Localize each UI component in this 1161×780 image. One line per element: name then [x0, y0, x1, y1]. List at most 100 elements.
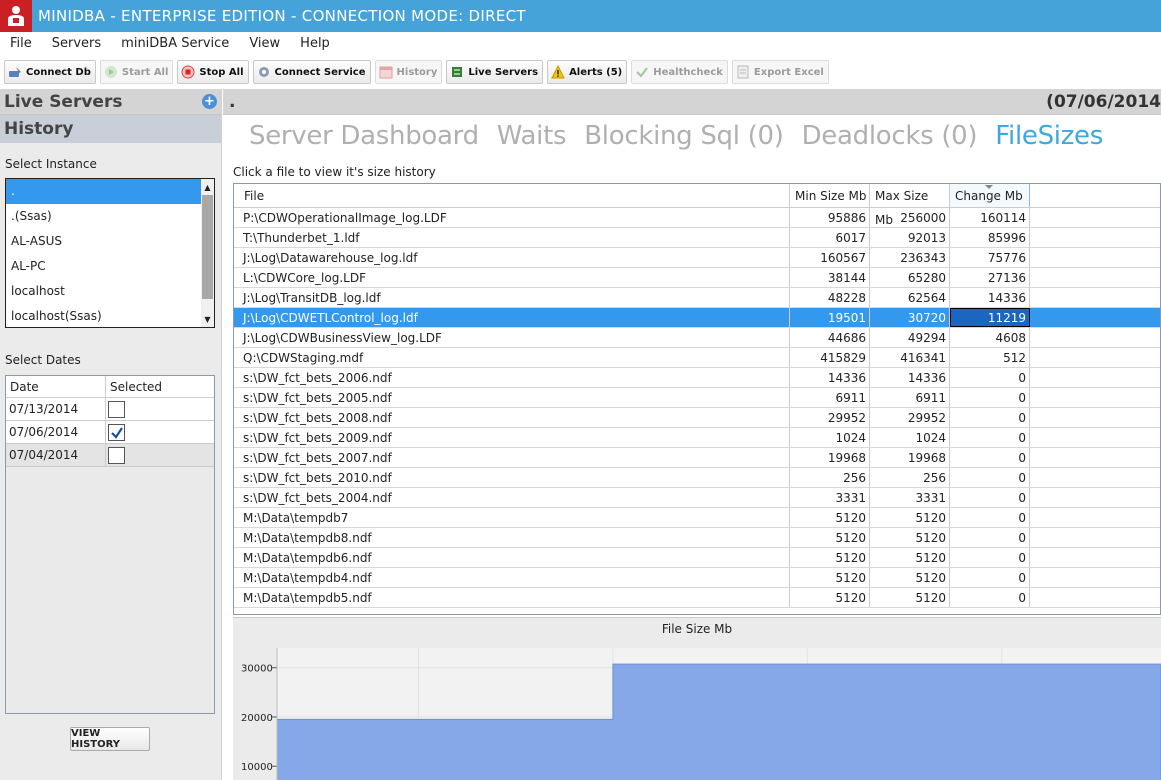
- live-servers-header[interactable]: Live Servers +: [0, 89, 221, 115]
- chart-title: File Size Mb: [661, 622, 733, 636]
- table-row[interactable]: M:\Data\tempdb4.ndf 5120 5120 0: [234, 568, 1160, 588]
- date-checkbox[interactable]: [108, 447, 125, 464]
- file-cell: s:\DW_fct_bets_2005.ndf: [234, 388, 790, 407]
- scroll-thumb[interactable]: [202, 195, 213, 299]
- instance-item[interactable]: localhost(Ssas): [6, 304, 201, 327]
- add-server-icon[interactable]: +: [202, 94, 217, 109]
- connect-service-button[interactable]: Connect Service: [252, 60, 371, 84]
- title-bar: MINIDBA - ENTERPRISE EDITION - CONNECTIO…: [0, 0, 1161, 32]
- date-checkbox-checked[interactable]: [108, 424, 125, 441]
- tab-blocking-sql[interactable]: Blocking Sql (0): [584, 121, 784, 151]
- date-row[interactable]: 07/13/2014: [6, 398, 214, 421]
- instance-scrollbar[interactable]: ▲ ▼: [201, 179, 214, 327]
- change-cell: 14336: [950, 288, 1030, 307]
- snapshot-date: (07/06/2014: [1046, 91, 1161, 112]
- scroll-up-icon[interactable]: ▲: [201, 179, 214, 195]
- column-header-min-size[interactable]: Min Size Mb: [790, 184, 870, 207]
- column-header-file[interactable]: File: [234, 184, 790, 207]
- table-row[interactable]: s:\DW_fct_bets_2009.ndf 1024 1024 0: [234, 428, 1160, 448]
- stop-all-button[interactable]: Stop All: [177, 60, 249, 84]
- table-row[interactable]: s:\DW_fct_bets_2008.ndf 29952 29952 0: [234, 408, 1160, 428]
- tab-bar: Server Dashboard Waits Blocking Sql (0) …: [249, 121, 1103, 151]
- start-all-button[interactable]: Start All: [99, 60, 174, 84]
- table-row[interactable]: J:\Log\TransitDB_log.ldf 48228 62564 14336: [234, 288, 1160, 308]
- date-checkbox[interactable]: [108, 401, 125, 418]
- table-row[interactable]: s:\DW_fct_bets_2007.ndf 19968 19968 0: [234, 448, 1160, 468]
- instance-item[interactable]: .(Ssas): [6, 204, 201, 229]
- min-size-cell: 1024: [790, 428, 870, 447]
- window-title: MINIDBA - ENTERPRISE EDITION - CONNECTIO…: [38, 7, 526, 25]
- filesizes-grid-header: File Min Size Mb Max Size Mb Change Mb: [234, 184, 1160, 227]
- instance-item[interactable]: localhost: [6, 279, 201, 304]
- table-row[interactable]: Q:\CDWStaging.mdf 415829 416341 512: [234, 348, 1160, 368]
- menu-servers[interactable]: Servers: [42, 32, 111, 56]
- select-dates-label: Select Dates: [5, 353, 81, 367]
- instance-list[interactable]: . .(Ssas) AL-ASUS AL-PC localhost localh…: [5, 178, 215, 328]
- max-size-cell: 19968: [870, 448, 950, 467]
- table-row[interactable]: s:\DW_fct_bets_2004.ndf 3331 3331 0: [234, 488, 1160, 508]
- file-cell: J:\Log\CDWETLControl_log.ldf: [234, 308, 790, 327]
- table-row[interactable]: J:\Log\Datawarehouse_log.ldf 160567 236343…: [234, 248, 1160, 268]
- date-row[interactable]: 07/06/2014: [6, 421, 214, 444]
- min-size-cell: 6017: [790, 228, 870, 247]
- menu-file[interactable]: File: [0, 32, 42, 56]
- file-cell: s:\DW_fct_bets_2004.ndf: [234, 488, 790, 507]
- date-row[interactable]: 07/04/2014: [6, 444, 214, 467]
- instance-item[interactable]: AL-PC: [6, 254, 201, 279]
- menu-minidba-service[interactable]: miniDBA Service: [111, 32, 239, 56]
- change-cell: 0: [950, 588, 1030, 607]
- column-header-max-size[interactable]: Max Size Mb: [870, 184, 950, 227]
- min-size-cell: 19501: [790, 308, 870, 327]
- live-servers-label: Live Servers: [468, 66, 539, 78]
- history-button[interactable]: History: [374, 60, 443, 84]
- live-servers-button[interactable]: Live Servers: [446, 60, 544, 84]
- tab-deadlocks[interactable]: Deadlocks (0): [802, 121, 978, 151]
- column-header-date[interactable]: Date: [6, 376, 106, 397]
- change-cell: 0: [950, 448, 1030, 467]
- tab-waits[interactable]: Waits: [497, 121, 567, 151]
- export-excel-button[interactable]: Export Excel: [731, 60, 829, 84]
- table-row[interactable]: L:\CDWCore_log.LDF 38144 65280 27136: [234, 268, 1160, 288]
- table-row[interactable]: s:\DW_fct_bets_2010.ndf 256 256 0: [234, 468, 1160, 488]
- table-row[interactable]: s:\DW_fct_bets_2006.ndf 14336 14336 0: [234, 368, 1160, 388]
- min-size-cell: 6911: [790, 388, 870, 407]
- column-header-selected[interactable]: Selected: [106, 376, 214, 397]
- change-cell: 0: [950, 388, 1030, 407]
- filesizes-grid: File Min Size Mb Max Size Mb Change Mb P…: [233, 183, 1161, 615]
- max-size-cell: 416341: [870, 348, 950, 367]
- table-row[interactable]: P:\CDWOperationalImage_log.LDF 95886 25600…: [234, 208, 1160, 228]
- table-row[interactable]: M:\Data\tempdb5.ndf 5120 5120 0: [234, 588, 1160, 608]
- menu-help[interactable]: Help: [290, 32, 340, 56]
- change-cell: 160114: [950, 208, 1030, 227]
- table-row[interactable]: M:\Data\tempdb8.ndf 5120 5120 0: [234, 528, 1160, 548]
- tab-filesizes[interactable]: FileSizes: [995, 121, 1103, 151]
- min-size-cell: 5120: [790, 588, 870, 607]
- menu-view[interactable]: View: [239, 32, 290, 56]
- connect-db-button[interactable]: Connect Db: [4, 60, 96, 84]
- change-cell: 11219: [950, 308, 1030, 327]
- table-row[interactable]: s:\DW_fct_bets_2005.ndf 6911 6911 0: [234, 388, 1160, 408]
- table-row[interactable]: M:\Data\tempdb7 5120 5120 0: [234, 508, 1160, 528]
- live-servers-title: Live Servers: [4, 91, 123, 112]
- min-size-cell: 5120: [790, 568, 870, 587]
- view-history-button[interactable]: VIEW HISTORY: [70, 727, 150, 751]
- table-row[interactable]: J:\Log\CDWETLControl_log.ldf 19501 30720 11…: [234, 308, 1160, 328]
- date-cell: 07/06/2014: [6, 421, 106, 443]
- file-cell: Q:\CDWStaging.mdf: [234, 348, 790, 367]
- table-row[interactable]: T:\Thunderbet_1.ldf 6017 92013 85996: [234, 228, 1160, 248]
- history-header[interactable]: History: [0, 115, 221, 143]
- alerts-button[interactable]: Alerts (5): [547, 60, 628, 84]
- scroll-down-icon[interactable]: ▼: [201, 311, 214, 327]
- change-cell: 75776: [950, 248, 1030, 267]
- healthcheck-button[interactable]: Healthcheck: [631, 60, 728, 84]
- chart-y-tick-label: 10000: [241, 762, 273, 773]
- instance-item[interactable]: .: [6, 179, 201, 204]
- table-row[interactable]: M:\Data\tempdb6.ndf 5120 5120 0: [234, 548, 1160, 568]
- min-size-cell: 48228: [790, 288, 870, 307]
- file-cell: T:\Thunderbet_1.ldf: [234, 228, 790, 247]
- max-size-cell: 30720: [870, 308, 950, 327]
- tab-server-dashboard[interactable]: Server Dashboard: [249, 121, 479, 151]
- table-row[interactable]: J:\Log\CDWBusinessView_log.LDF 44686 49294…: [234, 328, 1160, 348]
- instance-item[interactable]: AL-ASUS: [6, 229, 201, 254]
- spreadsheet-icon: [736, 65, 750, 79]
